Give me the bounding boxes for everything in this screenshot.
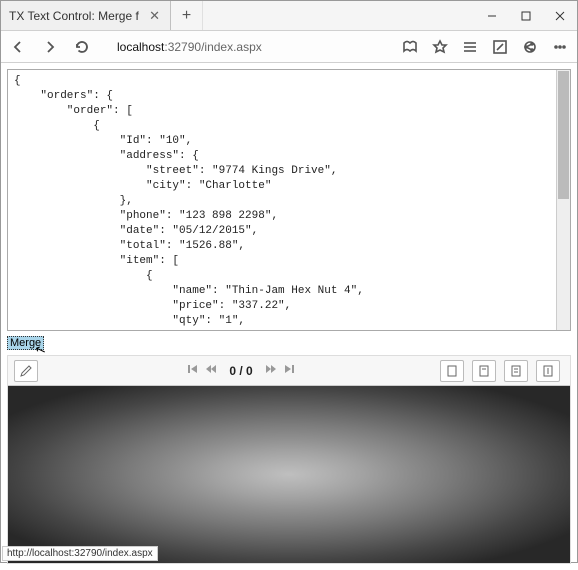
window-titlebar: TX Text Control: Merge f ✕ + <box>1 1 577 31</box>
prev-page-button[interactable] <box>205 362 217 380</box>
navbar-right-icons <box>401 38 569 56</box>
window-controls <box>475 1 577 30</box>
viewer-tool-4[interactable] <box>536 360 560 382</box>
viewer-right-tools <box>440 360 564 382</box>
browser-tab[interactable]: TX Text Control: Merge f ✕ <box>1 1 171 30</box>
share-icon[interactable] <box>521 38 539 56</box>
viewer-tool-2[interactable] <box>472 360 496 382</box>
viewer-canvas[interactable] <box>8 386 570 563</box>
viewer-page-nav: 0 / 0 <box>42 362 440 380</box>
scrollbar-thumb[interactable] <box>558 71 569 199</box>
more-icon[interactable] <box>551 38 569 56</box>
close-tab-icon[interactable]: ✕ <box>147 8 162 24</box>
webnote-icon[interactable] <box>491 38 509 56</box>
favorite-icon[interactable] <box>431 38 449 56</box>
minimize-button[interactable] <box>475 1 509 30</box>
json-textarea[interactable]: { "orders": { "order": [ { "Id": "10", "… <box>7 69 571 331</box>
browser-navbar: localhost:32790/index.aspx <box>1 31 577 63</box>
document-viewer: 0 / 0 <box>7 355 571 564</box>
merge-row: Merge ↖ <box>7 333 571 351</box>
reading-view-icon[interactable] <box>401 38 419 56</box>
url-host: localhost <box>117 40 164 54</box>
url-rest: :32790/index.aspx <box>164 40 261 54</box>
edit-tool-button[interactable] <box>14 360 38 382</box>
address-bar[interactable]: localhost:32790/index.aspx <box>105 40 387 54</box>
titlebar-spacer <box>203 1 475 30</box>
page-content: { "orders": { "order": [ { "Id": "10", "… <box>1 63 577 570</box>
first-page-button[interactable] <box>187 362 199 380</box>
last-page-button[interactable] <box>283 362 295 380</box>
refresh-button[interactable] <box>73 38 91 56</box>
page-indicator: 0 / 0 <box>229 364 252 378</box>
forward-button[interactable] <box>41 38 59 56</box>
back-button[interactable] <box>9 38 27 56</box>
maximize-button[interactable] <box>509 1 543 30</box>
close-window-button[interactable] <box>543 1 577 30</box>
vertical-scrollbar[interactable] <box>556 70 570 330</box>
viewer-tool-1[interactable] <box>440 360 464 382</box>
next-page-button[interactable] <box>265 362 277 380</box>
hub-icon[interactable] <box>461 38 479 56</box>
status-text: http://localhost:32790/index.aspx <box>7 548 153 559</box>
status-bar: http://localhost:32790/index.aspx <box>2 546 158 561</box>
new-tab-button[interactable]: + <box>171 1 203 30</box>
json-text: { "orders": { "order": [ { "Id": "10", "… <box>8 70 570 331</box>
viewer-toolbar: 0 / 0 <box>8 356 570 386</box>
viewer-tool-3[interactable] <box>504 360 528 382</box>
merge-button[interactable]: Merge ↖ <box>7 336 44 350</box>
tab-title: TX Text Control: Merge f <box>9 9 147 23</box>
